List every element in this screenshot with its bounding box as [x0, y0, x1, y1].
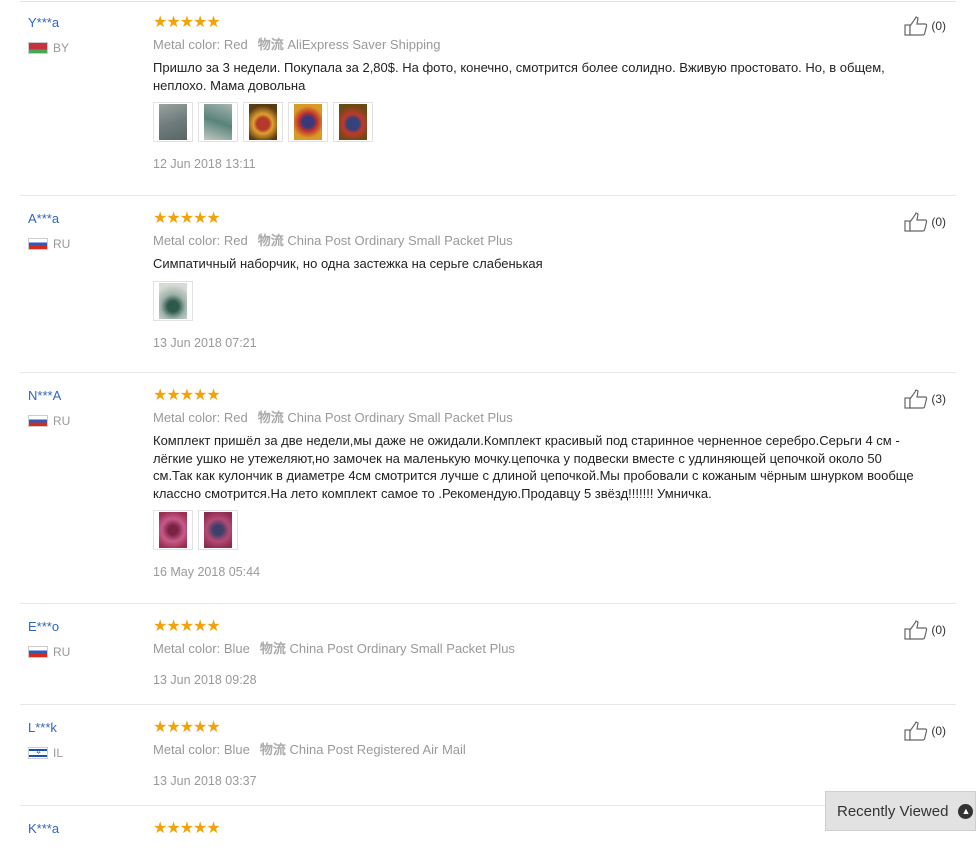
review-date: 13 Jun 2018 03:37 — [153, 774, 257, 788]
flag-icon — [28, 646, 48, 658]
thumbs-up-icon — [904, 389, 928, 409]
recently-viewed-label: Recently Viewed — [837, 802, 949, 820]
flag-icon — [28, 42, 48, 54]
chevron-up-icon: ▲ — [958, 803, 974, 819]
metal-color-value: Blue — [223, 641, 250, 656]
reviewer-country: RU — [53, 414, 71, 428]
review-attributes: Metal color: Blue 物流 China Post Registere… — [153, 742, 466, 757]
reviewer-name[interactable]: N***A — [28, 387, 148, 405]
flag-icon — [28, 415, 48, 427]
rating-stars: ★★★★★ — [153, 387, 221, 404]
reviewer-country: BY — [53, 41, 70, 55]
review-text: Пришло за 3 недели. Покупала за 2,80$. Н… — [153, 60, 885, 93]
helpful-count: (0) — [931, 724, 946, 738]
metal-color-value: Blue — [223, 742, 250, 757]
review-photo[interactable] — [198, 102, 238, 142]
rating-stars: ★★★★★ — [153, 210, 221, 227]
rating-stars: ★★★★★ — [153, 719, 221, 736]
review-attributes: Metal color: Red 物流 AliExpress Saver Ship… — [153, 37, 441, 52]
flag-icon: ✡ — [28, 747, 48, 759]
helpful-button[interactable]: (3) — [904, 389, 946, 409]
reviewer-name[interactable]: K***a — [28, 820, 148, 838]
review-item: E***o RU (0) ★★★★★ Metal color: Blue 物流 C… — [20, 604, 956, 705]
review-photo[interactable] — [198, 510, 238, 550]
review-item: Y***a BY (0) ★★★★★ Metal color: Red 物流 Al… — [20, 0, 956, 196]
reviewer-country: RU — [53, 645, 71, 659]
review-photos — [153, 280, 923, 321]
helpful-count: (0) — [931, 215, 946, 229]
review-text: Комплект пришёл за две недели,мы даже не… — [153, 433, 914, 501]
reviewer-country: IL — [53, 746, 64, 760]
review-item: L***k ✡ IL (0) ★★★★★ Metal color: Blue 物流 … — [20, 705, 956, 806]
review-photo[interactable] — [243, 102, 283, 142]
review-attributes: Metal color: Red 物流 China Post Ordinary S… — [153, 233, 513, 248]
helpful-count: (0) — [931, 623, 946, 637]
thumbs-up-icon — [904, 16, 928, 36]
review-date: 13 Jun 2018 07:21 — [153, 335, 257, 350]
recently-viewed-button[interactable]: Recently Viewed ▲ — [825, 791, 976, 831]
review-photo[interactable] — [333, 102, 373, 142]
reviewer-name[interactable]: A***a — [28, 210, 148, 228]
helpful-count: (0) — [931, 19, 946, 33]
shipping-method: China Post Registered Air Mail — [289, 742, 466, 757]
reviewer-name[interactable]: Y***a — [28, 14, 148, 32]
rating-stars: ★★★★★ — [153, 618, 221, 635]
shipping-method: AliExpress Saver Shipping — [287, 37, 441, 52]
review-date: 12 Jun 2018 13:11 — [153, 157, 256, 171]
metal-color-value: Red — [223, 410, 248, 425]
flag-icon — [28, 238, 48, 250]
review-photos — [153, 510, 923, 550]
review-attributes: Metal color: Blue 物流 China Post Ordinary … — [153, 641, 515, 656]
review-photos — [153, 102, 923, 142]
helpful-button[interactable]: (0) — [904, 212, 946, 232]
rating-stars: ★★★★★ — [153, 14, 221, 31]
helpful-button[interactable]: (0) — [904, 721, 946, 741]
thumbs-up-icon — [904, 212, 928, 232]
helpful-count: (3) — [931, 392, 946, 406]
thumbs-up-icon — [904, 721, 928, 741]
shipping-method: China Post Ordinary Small Packet Plus — [287, 233, 513, 248]
review-item: K***a ★★★★★ — [20, 806, 956, 866]
shipping-method: China Post Ordinary Small Packet Plus — [287, 410, 513, 425]
review-attributes: Metal color: Red 物流 China Post Ordinary S… — [153, 410, 513, 425]
review-date: 13 Jun 2018 09:28 — [153, 673, 257, 687]
thumbs-up-icon — [904, 620, 928, 640]
shipping-method: China Post Ordinary Small Packet Plus — [289, 641, 515, 656]
reviewer-name[interactable]: E***o — [28, 618, 148, 636]
metal-color-value: Red — [223, 233, 248, 248]
review-item: N***A RU (3) ★★★★★ Metal color: Red 物流 Ch… — [20, 373, 956, 604]
review-photo[interactable] — [153, 102, 193, 142]
helpful-button[interactable]: (0) — [904, 620, 946, 640]
rating-stars: ★★★★★ — [153, 820, 221, 837]
review-date: 16 May 2018 05:44 — [153, 565, 261, 579]
helpful-button[interactable]: (0) — [904, 16, 946, 36]
review-photo[interactable] — [153, 510, 193, 550]
review-text: Симпатичный наборчик, но одна застежка н… — [153, 256, 543, 271]
reviewer-name[interactable]: L***k — [28, 719, 148, 737]
reviewer-country: RU — [53, 237, 71, 251]
review-photo[interactable] — [288, 102, 328, 142]
review-photo[interactable] — [153, 280, 193, 321]
review-item: A***a RU (0) ★★★★★ Metal color: Red 物流 Ch… — [20, 196, 956, 373]
metal-color-value: Red — [223, 37, 248, 52]
